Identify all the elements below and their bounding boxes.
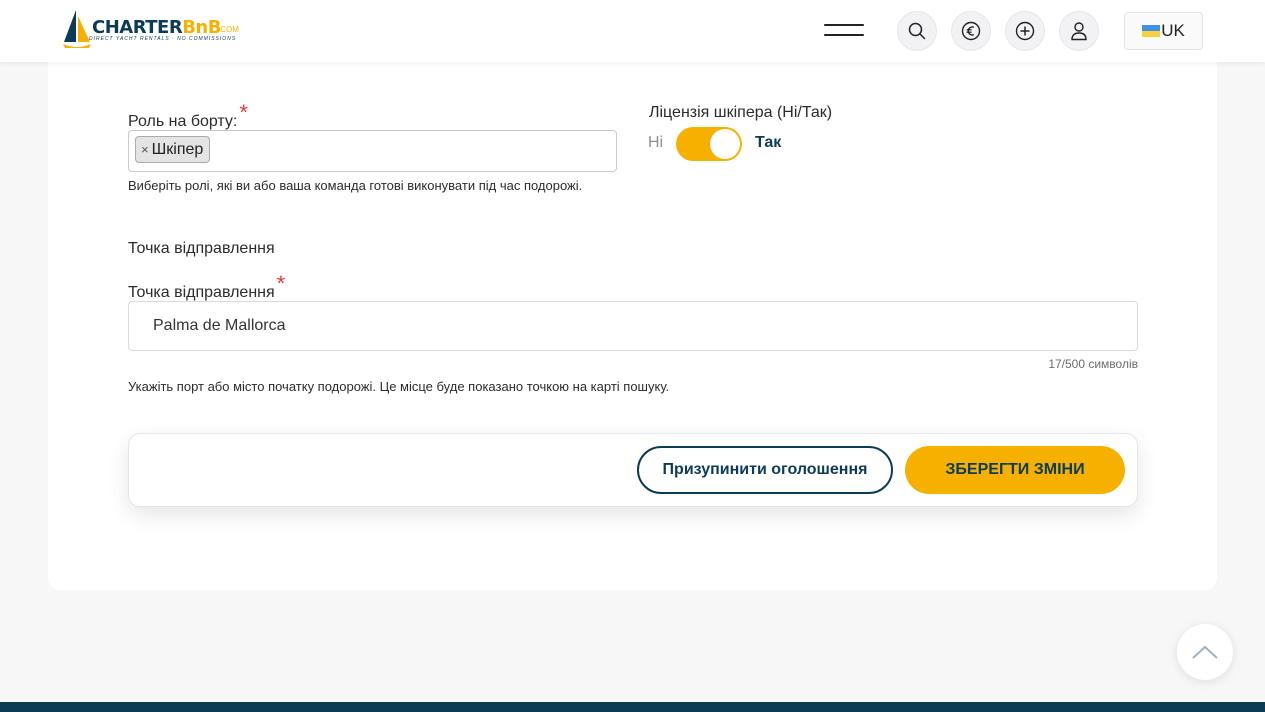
sailboat-icon [63, 10, 91, 48]
charterbnb-logo[interactable]: CHARTERBnB .COM DIRECT YACHT RENTALS · N… [62, 8, 252, 52]
license-label: Ліцензія шкіпера (Ні/Так) [649, 104, 833, 121]
plus-circle-icon [1015, 21, 1035, 41]
search-icon [908, 22, 926, 40]
role-help-text: Виберіть ролі, які ви або ваша команда г… [128, 178, 583, 193]
language-selector[interactable]: UK [1124, 12, 1203, 50]
scroll-to-top-button[interactable] [1177, 624, 1233, 680]
selected-role-label: Шкіпер [151, 141, 204, 158]
menu-button[interactable] [822, 22, 866, 40]
required-mark: * [276, 271, 286, 296]
currency-button[interactable] [951, 11, 991, 51]
role-label: Роль на борту:* [128, 100, 248, 130]
license-off-label: Ні [648, 134, 664, 151]
logo-domain: .COM [218, 25, 239, 34]
user-icon [1071, 22, 1087, 41]
character-counter: 17/500 символів [1048, 357, 1138, 371]
departure-help-text: Укажіть порт або місто початку подорожі.… [128, 379, 670, 394]
footer [0, 702, 1265, 712]
pause-listing-button[interactable]: Призупинити оголошення [637, 446, 893, 494]
departure-input[interactable] [128, 301, 1138, 351]
save-changes-button[interactable]: ЗБЕРЕГТИ ЗМІНИ [905, 446, 1125, 494]
logo-tagline: DIRECT YACHT RENTALS · NO COMMISSIONS [89, 36, 237, 42]
add-listing-button[interactable] [1005, 11, 1045, 51]
selected-role-tag: × Шкіпер [135, 136, 211, 163]
license-toggle[interactable] [676, 127, 742, 161]
license-on-label: Так [755, 134, 782, 151]
chevron-up-icon [1192, 645, 1218, 659]
departure-section-title: Точка відправлення [128, 240, 275, 257]
menu-icon [824, 24, 864, 26]
account-button[interactable] [1059, 11, 1099, 51]
required-mark: * [239, 100, 248, 125]
departure-label: Точка відправлення* [128, 271, 286, 301]
ukraine-flag-icon [1142, 25, 1161, 37]
role-multiselect[interactable]: × Шкіпер [128, 130, 617, 172]
remove-tag-icon[interactable]: × [141, 137, 149, 162]
euro-icon [961, 21, 981, 41]
toggle-knob [710, 129, 740, 159]
logo-wordmark: CHARTERBnB [92, 17, 221, 38]
site-header: CHARTERBnB .COM DIRECT YACHT RENTALS · N… [0, 0, 1265, 62]
search-button[interactable] [897, 11, 937, 51]
language-code: UK [1161, 21, 1185, 40]
